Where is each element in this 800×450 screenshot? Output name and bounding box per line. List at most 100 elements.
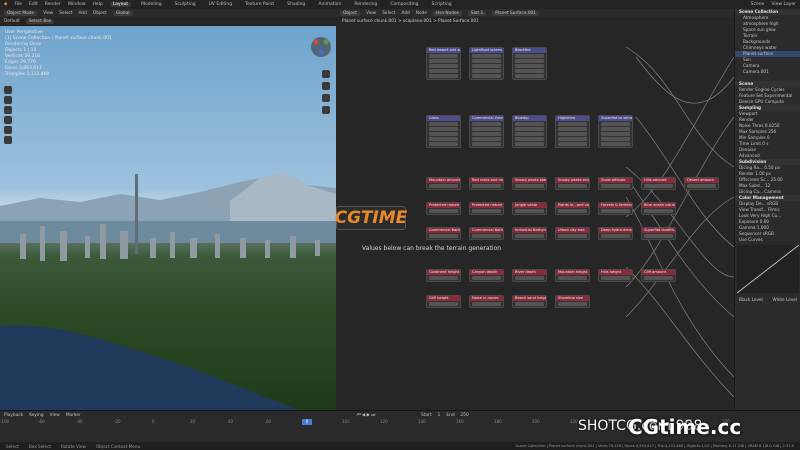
perspective-toggle-icon[interactable] xyxy=(322,106,330,114)
node-value-field[interactable] xyxy=(558,276,587,280)
node-value-field[interactable] xyxy=(515,302,544,306)
node-value-field[interactable] xyxy=(472,69,501,73)
shader-node[interactable]: Blackfire xyxy=(512,47,547,80)
node-value-field[interactable] xyxy=(472,137,501,141)
shader-node[interactable]: River depth xyxy=(512,269,547,282)
node-value-field[interactable] xyxy=(644,184,673,188)
shader-node[interactable]: Superflat landfill-n xyxy=(641,227,676,240)
select-tool-icon[interactable] xyxy=(4,86,12,94)
tab-layout[interactable]: Layout xyxy=(109,2,132,7)
cursor-tool-icon[interactable] xyxy=(4,96,12,104)
node-value-field[interactable] xyxy=(515,54,544,58)
tab-uv-editing[interactable]: UV Editing xyxy=(206,2,235,7)
navigation-gizmo-icon[interactable] xyxy=(310,36,332,58)
node-value-field[interactable] xyxy=(515,74,544,78)
tab-scripting[interactable]: Scripting xyxy=(429,2,455,7)
node-value-field[interactable] xyxy=(515,209,544,213)
shader-node[interactable]: Protected nature z... xyxy=(426,202,461,215)
node-value-field[interactable] xyxy=(429,74,458,78)
node-value-field[interactable] xyxy=(601,209,630,213)
shader-node[interactable]: Superflat to serve xyxy=(598,115,633,148)
shader-node[interactable]: Noise in dunes xyxy=(469,295,504,308)
shader-node[interactable]: Blue ocean value xyxy=(641,202,676,215)
node-value-field[interactable] xyxy=(515,59,544,63)
shader-node[interactable]: Cliff height xyxy=(426,295,461,308)
start-field[interactable]: 1 xyxy=(438,413,441,418)
use-nodes-checkbox[interactable]: Use Nodes xyxy=(433,10,462,16)
play-controls-icon[interactable]: ⏮ ◀ ▶ ⏭ xyxy=(357,413,375,418)
3d-viewport[interactable]: User Perspective (1) Scene Collection | … xyxy=(0,26,336,410)
tab-shading[interactable]: Shading xyxy=(284,2,308,7)
node-value-field[interactable] xyxy=(429,59,458,63)
node-value-field[interactable] xyxy=(429,276,458,280)
node-value-field[interactable] xyxy=(429,122,458,126)
scene-selector[interactable]: Scene xyxy=(751,2,765,7)
node-value-field[interactable] xyxy=(472,74,501,78)
curve-widget[interactable] xyxy=(736,244,800,294)
node-value-field[interactable] xyxy=(472,64,501,68)
shader-node[interactable]: Lightfloat screen xyxy=(469,47,504,80)
tab-modeling[interactable]: Modeling xyxy=(138,2,164,7)
node-value-field[interactable] xyxy=(472,142,501,146)
slot-selector[interactable]: Slot 1 xyxy=(467,10,487,16)
drag-selector[interactable]: Select Box xyxy=(25,18,55,24)
menu-file[interactable]: File xyxy=(14,2,22,7)
menu-edit[interactable]: Edit xyxy=(29,2,38,7)
node-value-field[interactable] xyxy=(601,127,630,131)
node-value-field[interactable] xyxy=(515,69,544,73)
menu-window[interactable]: Window xyxy=(68,2,86,7)
node-value-field[interactable] xyxy=(429,69,458,73)
node-value-field[interactable] xyxy=(515,132,544,136)
node-value-field[interactable] xyxy=(429,127,458,131)
viewport-menu-add[interactable]: Add xyxy=(79,11,87,16)
shader-node[interactable]: Red rocks and rock xyxy=(469,177,504,190)
timeline-menu-marker[interactable]: Marker xyxy=(66,413,81,418)
mode-selector[interactable]: Object Mode xyxy=(4,10,38,16)
shader-node[interactable]: Snow altitude xyxy=(598,177,633,190)
node-value-field[interactable] xyxy=(644,234,673,238)
node-value-field[interactable] xyxy=(429,209,458,213)
node-value-field[interactable] xyxy=(601,122,630,126)
node-value-field[interactable] xyxy=(515,184,544,188)
node-value-field[interactable] xyxy=(429,54,458,58)
shader-node[interactable]: Bluedip xyxy=(512,115,547,148)
tab-sculpting[interactable]: Sculpting xyxy=(172,2,199,7)
viewport-menu-object[interactable]: Object xyxy=(93,11,107,16)
tab-texture-paint[interactable]: Texture Paint xyxy=(242,2,277,7)
shader-node[interactable]: Forests & farmlands xyxy=(598,202,633,215)
shader-node[interactable]: Commercial Zebra xyxy=(469,115,504,148)
menu-help[interactable]: Help xyxy=(93,2,103,7)
shader-node[interactable]: Shoreline size xyxy=(555,295,590,308)
node-value-field[interactable] xyxy=(472,54,501,58)
shader-node[interactable]: Industrial Bathym... xyxy=(512,227,547,240)
camera-view-icon[interactable] xyxy=(322,94,330,102)
node-value-field[interactable] xyxy=(429,132,458,136)
node-value-field[interactable] xyxy=(558,142,587,146)
shader-node[interactable]: Mountain amount xyxy=(426,177,461,190)
shader-node[interactable]: Commercial Bathym... xyxy=(426,227,461,240)
node-value-field[interactable] xyxy=(558,132,587,136)
tab-rendering[interactable]: Rendering xyxy=(351,2,380,7)
node-value-field[interactable] xyxy=(472,276,501,280)
node-value-field[interactable] xyxy=(558,234,587,238)
timeline-menu-playback[interactable]: Playback xyxy=(4,413,23,418)
shader-node[interactable]: Deep hydro density xyxy=(598,227,633,240)
node-value-field[interactable] xyxy=(601,234,630,238)
shader-node[interactable]: Snowy peaks end xyxy=(555,177,590,190)
shader-node[interactable]: Snowy peaks start xyxy=(512,177,547,190)
move-tool-icon[interactable] xyxy=(4,106,12,114)
node-value-field[interactable] xyxy=(558,137,587,141)
node-value-field[interactable] xyxy=(472,132,501,136)
shader-node[interactable]: Commercial Bathym... xyxy=(469,227,504,240)
material-selector[interactable]: Planet Surface.001 xyxy=(492,10,539,16)
timeline-menu-keying[interactable]: Keying xyxy=(29,413,43,418)
shader-node[interactable]: Mountain height xyxy=(555,269,590,282)
measure-tool-icon[interactable] xyxy=(4,136,12,144)
node-menu-node[interactable]: Node xyxy=(416,11,427,16)
node-editor-type-selector[interactable]: Object xyxy=(340,10,360,16)
node-value-field[interactable] xyxy=(601,184,630,188)
node-value-field[interactable] xyxy=(515,276,544,280)
node-value-field[interactable] xyxy=(515,122,544,126)
node-value-field[interactable] xyxy=(472,122,501,126)
node-value-field[interactable] xyxy=(515,137,544,141)
